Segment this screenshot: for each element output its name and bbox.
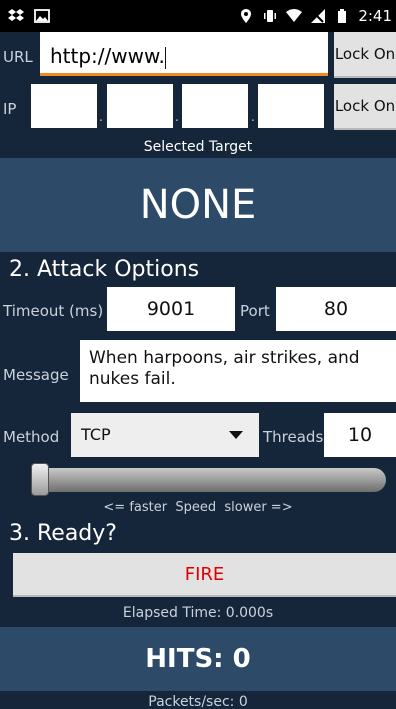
dropdown-arrow-icon <box>229 431 243 439</box>
ip-lock-on-label: Lock On <box>334 97 396 115</box>
status-time: 2:41 <box>358 7 392 25</box>
message-input[interactable]: When harpoons, air strikes, and nukes fa… <box>80 340 396 402</box>
url-label: URL <box>3 48 33 66</box>
battery-icon <box>338 9 347 23</box>
method-selected-value: TCP <box>81 425 111 444</box>
url-lock-on-label: Lock On <box>334 45 396 63</box>
timeout-label: Timeout (ms) <box>3 302 104 320</box>
port-label: Port <box>240 302 270 320</box>
location-pin-icon <box>241 9 252 23</box>
url-input[interactable]: http://www. <box>40 32 328 76</box>
wifi-icon <box>286 9 303 22</box>
packets-per-sec: Packets/sec: 0 <box>148 694 248 709</box>
attack-options-title: 2. Attack Options <box>9 257 200 282</box>
url-lock-on-button[interactable]: Lock On <box>334 32 396 78</box>
speed-caption: <= faster Speed slower => <box>103 500 293 515</box>
selected-target-value: NONE <box>139 182 257 228</box>
url-input-value: http://www. <box>50 44 165 68</box>
ready-title: 3. Ready? <box>9 521 117 546</box>
hits-panel: HITS: 0 <box>0 627 396 691</box>
port-value: 80 <box>323 298 349 320</box>
ip-lock-on-button[interactable]: Lock On <box>334 84 396 130</box>
no-signal-icon <box>311 9 326 23</box>
fire-button[interactable]: FIRE <box>13 553 396 597</box>
ip-label: IP <box>3 100 17 118</box>
vibrate-icon <box>264 10 277 22</box>
speed-slider-thumb[interactable] <box>31 463 49 496</box>
threads-input[interactable]: 10 <box>324 413 396 457</box>
ip-dot-1: . <box>99 110 103 124</box>
dropbox-icon <box>8 9 24 21</box>
ip-dot-2: . <box>175 110 179 124</box>
ip-octet-1-input[interactable] <box>31 84 97 128</box>
threads-value: 10 <box>347 424 373 446</box>
timeout-value: 9001 <box>146 298 196 320</box>
speed-slider-track[interactable] <box>32 468 386 492</box>
text-cursor <box>164 46 166 69</box>
method-select[interactable]: TCP <box>71 413 259 457</box>
ip-octet-4-input[interactable] <box>258 84 324 128</box>
image-icon <box>34 9 50 23</box>
selected-target-panel: NONE <box>0 158 396 252</box>
ip-dot-3: . <box>251 110 255 124</box>
hits-counter: HITS: 0 <box>145 644 251 674</box>
ip-octet-2-input[interactable] <box>107 84 173 128</box>
fire-button-label: FIRE <box>184 563 225 585</box>
ip-octet-3-input[interactable] <box>182 84 248 128</box>
port-input[interactable]: 80 <box>276 287 396 331</box>
elapsed-time: Elapsed Time: 0.000s <box>122 605 274 621</box>
threads-label: Threads <box>263 428 324 446</box>
selected-target-caption: Selected Target <box>143 139 253 155</box>
message-value: When harpoons, air strikes, and nukes fa… <box>89 348 360 389</box>
status-bar: 2:41 <box>0 0 396 32</box>
message-label: Message <box>3 366 69 384</box>
timeout-input[interactable]: 9001 <box>107 287 235 331</box>
method-label: Method <box>3 428 60 446</box>
